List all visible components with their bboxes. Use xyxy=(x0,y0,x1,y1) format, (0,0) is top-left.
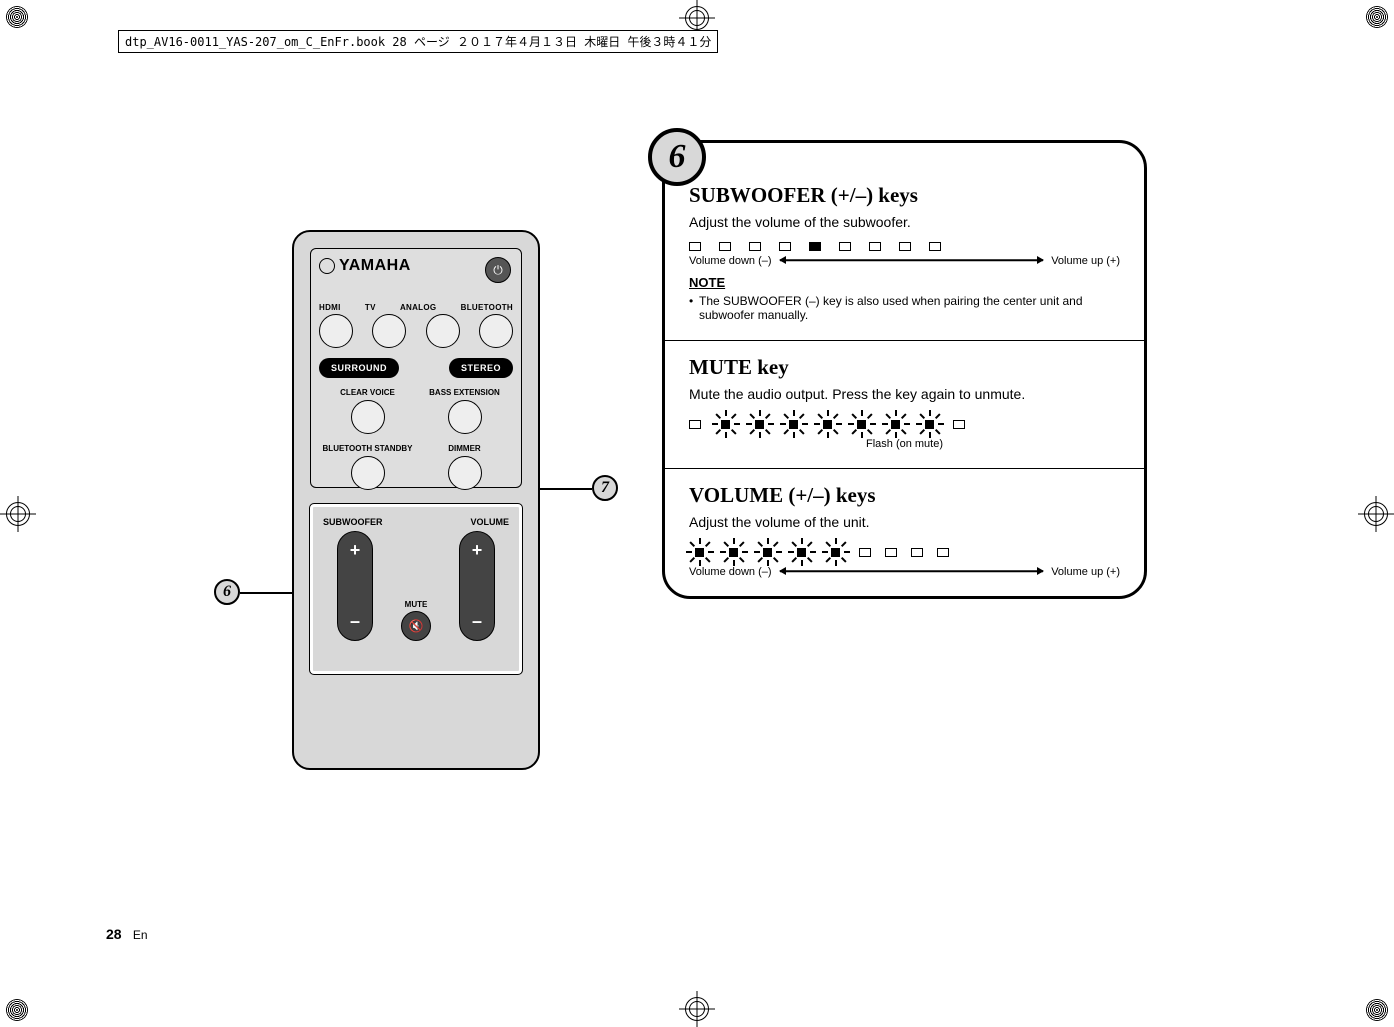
btn-circle xyxy=(479,314,513,348)
heading-subwoofer-keys: SUBWOOFER (+/–) keys xyxy=(689,183,1120,208)
btn-circle xyxy=(351,456,385,490)
power-icon: ⏻ xyxy=(485,257,511,283)
lbl-mute: MUTE xyxy=(405,600,428,609)
btn-circle xyxy=(351,400,385,434)
note-item: The SUBWOOFER (–) key is also used when … xyxy=(689,294,1120,322)
lbl-flash-on-mute: Flash (on mute) xyxy=(689,438,1120,450)
reg-mark xyxy=(6,6,28,28)
page-footer: 28 En xyxy=(106,926,148,942)
led-row-mute xyxy=(689,414,1120,434)
crop-mark xyxy=(1358,496,1394,532)
lbl-vol-up: Volume up (+) xyxy=(1051,566,1120,578)
btn-circle xyxy=(448,400,482,434)
heading-mute-key: MUTE key xyxy=(689,355,1120,380)
label-analog: ANALOG xyxy=(400,303,436,312)
info-panel: SUBWOOFER (+/–) keys Adjust the volume o… xyxy=(662,140,1147,599)
callout-7: 7 xyxy=(592,475,618,501)
lbl-subwoofer: SUBWOOFER xyxy=(323,517,383,527)
reg-mark xyxy=(1366,999,1388,1021)
page-number: 28 xyxy=(106,926,122,942)
section-badge-6: 6 xyxy=(648,128,706,186)
lbl-vol-down: Volume down (–) xyxy=(689,566,772,578)
double-arrow-icon xyxy=(780,255,1044,265)
label-tv: TV xyxy=(365,303,376,312)
remote-section-6: SUBWOOFER VOLUME +– MUTE 🔇 +– xyxy=(310,504,522,674)
btn-circle xyxy=(372,314,406,348)
label-hdmi: HDMI xyxy=(319,303,341,312)
led-row-volume xyxy=(689,542,1120,562)
callout-6: 6 xyxy=(214,579,240,605)
brand-logo: YAMAHA xyxy=(319,257,513,275)
btn-mute: 🔇 xyxy=(401,611,431,641)
reg-mark xyxy=(1366,6,1388,28)
rocker-volume: +– xyxy=(459,531,495,641)
note-heading: NOTE xyxy=(689,275,1120,290)
lbl-dimmer: DIMMER xyxy=(416,444,513,453)
leader-line xyxy=(540,488,592,490)
leader-line xyxy=(240,592,292,594)
page-lang: En xyxy=(133,928,148,942)
lbl-bass-ext: BASS EXTENSION xyxy=(416,388,513,397)
rocker-subwoofer: +– xyxy=(337,531,373,641)
lbl-vol-up: Volume up (+) xyxy=(1051,255,1120,267)
lbl-clear-voice: CLEAR VOICE xyxy=(319,388,416,397)
crop-mark xyxy=(679,991,715,1027)
btn-circle xyxy=(319,314,353,348)
lbl-volume: VOLUME xyxy=(470,517,509,527)
desc-volume: Adjust the volume of the unit. xyxy=(689,514,1120,530)
led-row-subwoofer xyxy=(689,242,1120,251)
remote-illustration: YAMAHA ⏻ HDMI TV ANALOG BLUETOOTH SURROU… xyxy=(292,230,540,770)
source-meta: dtp_AV16-0011_YAS-207_om_C_EnFr.book 28 … xyxy=(118,30,718,53)
pill-surround: SURROUND xyxy=(319,358,399,378)
desc-mute: Mute the audio output. Press the key aga… xyxy=(689,386,1120,402)
btn-circle xyxy=(426,314,460,348)
heading-volume-keys: VOLUME (+/–) keys xyxy=(689,483,1120,508)
btn-circle xyxy=(448,456,482,490)
crop-mark xyxy=(0,496,36,532)
reg-mark xyxy=(6,999,28,1021)
pill-stereo: STEREO xyxy=(449,358,513,378)
lbl-bt-standby: BLUETOOTH STANDBY xyxy=(319,444,416,453)
desc-subwoofer: Adjust the volume of the subwoofer. xyxy=(689,214,1120,230)
label-bluetooth: BLUETOOTH xyxy=(461,303,513,312)
double-arrow-icon xyxy=(780,566,1044,576)
lbl-vol-down: Volume down (–) xyxy=(689,255,772,267)
